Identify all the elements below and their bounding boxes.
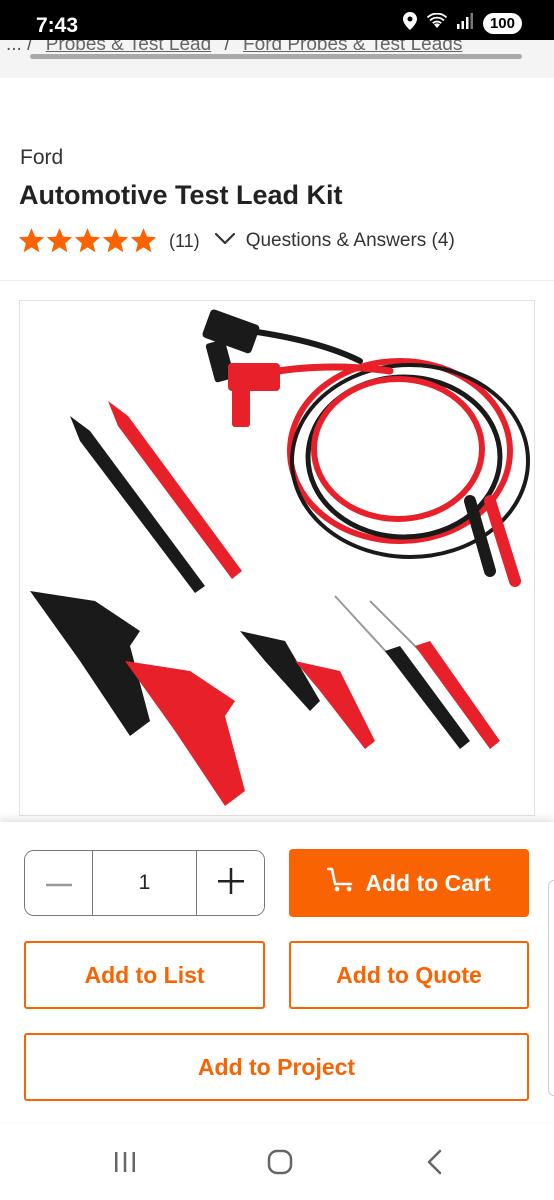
purchase-panel: 1 Add to Cart Add to List Add to Quote A… xyxy=(0,822,554,1122)
product-image[interactable] xyxy=(19,300,535,816)
product-title: Automotive Test Lead Kit xyxy=(19,180,343,210)
breadcrumb-scrollbar[interactable] xyxy=(30,54,522,59)
breadcrumb-item[interactable]: Ford Probes & Test Leads xyxy=(243,40,462,55)
rating-row: (11) Questions & Answers (4) xyxy=(18,226,455,256)
breadcrumb-strip: ... / Probes & Test Lead / Ford Probes &… xyxy=(0,40,554,78)
star-icon xyxy=(102,228,129,254)
breadcrumb-separator: / xyxy=(27,40,33,55)
add-to-cart-label: Add to Cart xyxy=(365,869,491,896)
star-icon xyxy=(46,228,73,254)
status-time: 7:43 xyxy=(36,14,79,37)
quantity-stepper: 1 xyxy=(24,850,265,916)
location-icon xyxy=(402,12,417,35)
add-to-list-button[interactable]: Add to List xyxy=(24,941,265,1009)
divider xyxy=(0,280,554,281)
edge-panel-handle[interactable] xyxy=(548,880,554,1096)
cart-icon xyxy=(327,867,355,899)
add-to-cart-button[interactable]: Add to Cart xyxy=(289,849,529,917)
star-icon xyxy=(74,228,101,254)
quantity-input[interactable]: 1 xyxy=(92,851,197,915)
back-button[interactable] xyxy=(415,1148,455,1180)
add-to-quote-button[interactable]: Add to Quote xyxy=(289,941,529,1009)
recents-button[interactable] xyxy=(105,1148,145,1180)
recents-icon xyxy=(113,1150,137,1179)
plus-icon xyxy=(217,867,244,899)
qa-dropdown[interactable]: Questions & Answers (4) xyxy=(214,230,455,252)
increment-button[interactable] xyxy=(197,851,264,915)
star-icon xyxy=(18,228,45,254)
wifi-icon xyxy=(426,12,448,34)
system-nav-bar xyxy=(0,1126,554,1200)
breadcrumb-item[interactable]: Probes & Test Lead xyxy=(46,40,211,55)
add-to-project-button[interactable]: Add to Project xyxy=(24,1033,529,1101)
star-rating[interactable] xyxy=(18,228,157,254)
minus-icon xyxy=(45,874,72,892)
large-clips xyxy=(30,591,245,806)
battery-indicator: 100 xyxy=(482,13,522,34)
breadcrumb-ellipsis[interactable]: ... xyxy=(6,40,22,55)
product-brand[interactable]: Ford xyxy=(20,146,63,170)
breadcrumb-separator: / xyxy=(224,40,230,55)
home-icon xyxy=(267,1149,293,1180)
signal-icon xyxy=(456,13,473,34)
back-icon xyxy=(426,1149,444,1180)
status-icons: 100 xyxy=(402,12,522,35)
review-count[interactable]: (11) xyxy=(169,231,200,252)
star-icon xyxy=(130,228,157,254)
chevron-down-icon xyxy=(214,232,236,251)
coiled-leads xyxy=(246,328,530,587)
home-button[interactable] xyxy=(260,1148,300,1180)
qa-link[interactable]: Questions & Answers (4) xyxy=(246,230,455,252)
decrement-button[interactable] xyxy=(25,851,92,915)
probe-pair-1 xyxy=(70,401,242,593)
small-clips xyxy=(240,631,375,749)
